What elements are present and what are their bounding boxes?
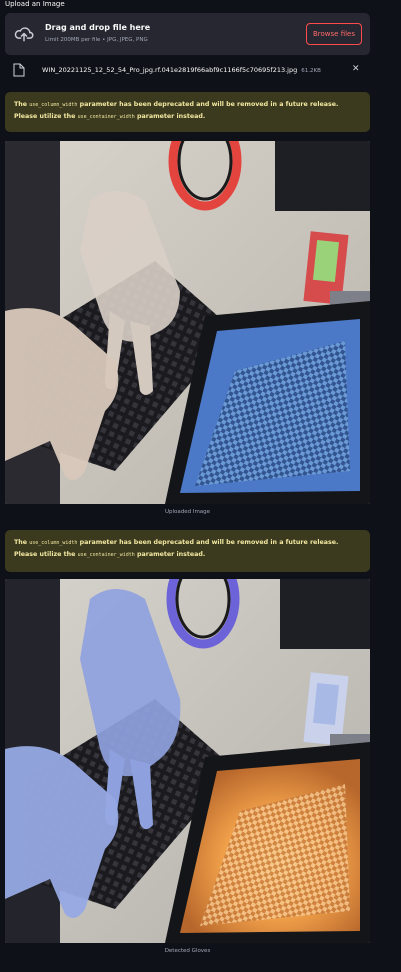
- detected-image: [5, 579, 370, 943]
- warning-suffix: parameter instead.: [134, 551, 206, 558]
- remove-file-icon[interactable]: ✕: [352, 64, 360, 74]
- warning-param-old: use_column_width: [29, 540, 78, 546]
- warning-suffix: parameter instead.: [134, 113, 206, 120]
- detected-image-caption: Detected Gloves: [164, 948, 211, 954]
- warning-prefix: The: [14, 101, 30, 108]
- deprecation-warning: The use_column_width parameter has been …: [5, 92, 370, 132]
- warning-param-old: use_column_width: [29, 102, 78, 108]
- file-dropzone[interactable]: Drag and drop file here Limit 200MB per …: [5, 13, 370, 55]
- cloud-upload-icon: [14, 27, 34, 42]
- drop-title: Drag and drop file here: [45, 23, 151, 32]
- warning-prefix: The: [14, 539, 30, 546]
- deprecation-warning-2: The use_column_width parameter has been …: [5, 530, 370, 572]
- browse-files-button[interactable]: Browse files: [306, 23, 362, 45]
- file-size: 61.2KB: [301, 68, 321, 74]
- file-name: WIN_20221125_12_52_54_Pro_jpg.rf.041e281…: [42, 66, 321, 74]
- drop-limit-text: Limit 200MB per file • JPG, JPEG, PNG: [45, 37, 148, 43]
- file-icon: [13, 63, 25, 77]
- uploaded-file-row: WIN_20221125_12_52_54_Pro_jpg.rf.041e281…: [5, 60, 370, 80]
- file-name-text: WIN_20221125_12_52_54_Pro_jpg.rf.041e281…: [42, 66, 298, 74]
- uploaded-image-caption: Uploaded Image: [164, 509, 211, 515]
- warning-param-new: use_container_width: [77, 552, 135, 558]
- uploaded-image: [5, 141, 370, 504]
- upload-label: Upload an Image: [5, 0, 65, 8]
- warning-param-new: use_container_width: [77, 114, 135, 120]
